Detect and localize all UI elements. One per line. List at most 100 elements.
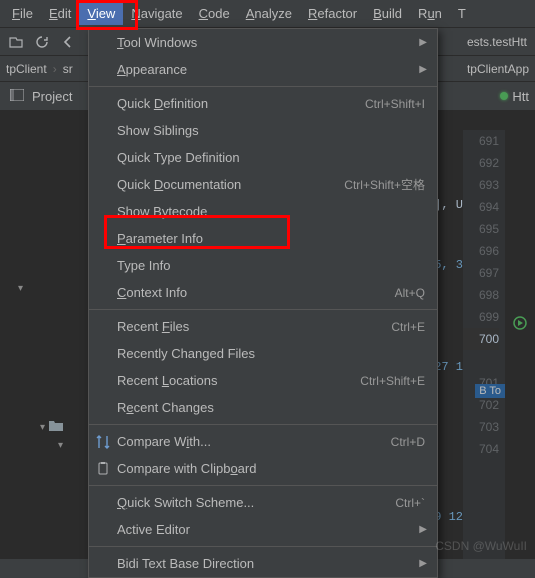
project-label[interactable]: Project [32, 89, 72, 104]
menu-item-label: Type Info [117, 258, 170, 273]
menu-item-type-info[interactable]: Type Info [89, 252, 437, 279]
chevron-down-icon[interactable]: ▾ [18, 283, 23, 294]
menubar-item-view[interactable]: View [79, 2, 123, 25]
watermark: CSDN @WuWuII [435, 539, 527, 553]
tree-row[interactable]: ▾ [0, 437, 90, 454]
menu-item-label: Recent Locations [117, 373, 217, 388]
gutter-line[interactable]: 697 [463, 262, 499, 284]
gutter-line[interactable]: 693 [463, 174, 499, 196]
menu-item-label: Tool Windows [117, 35, 197, 50]
menubar-item-build[interactable]: Build [365, 2, 410, 25]
menu-item-quick-documentation[interactable]: Quick Documentation Ctrl+Shift+空格 [89, 171, 437, 198]
breadcrumb-item[interactable]: tpClient [6, 62, 47, 76]
menubar-item-run[interactable]: Run [410, 2, 450, 25]
gutter-line[interactable]: 696 [463, 240, 499, 262]
tree-row[interactable]: ▾ [0, 280, 90, 297]
gutter-line[interactable] [463, 350, 499, 372]
run-status-icon [500, 92, 508, 100]
menu-separator [89, 485, 437, 486]
menu-shortcut: Ctrl+Shift+空格 [344, 176, 425, 193]
menu-item-compare-with-clipboard[interactable]: Compare with Clipboard [89, 455, 437, 482]
menu-item-show-bytecode[interactable]: Show Bytecode [89, 198, 437, 225]
compare-icon [95, 434, 111, 450]
menu-item-quick-switch-scheme[interactable]: Quick Switch Scheme...Ctrl+` [89, 489, 437, 516]
menu-item-label: Compare with Clipboard [117, 461, 256, 476]
menubar-item-navigate[interactable]: Navigate [123, 2, 190, 25]
gutter-line[interactable]: 700 [463, 328, 499, 350]
menu-item-appearance[interactable]: Appearance ▶ [89, 56, 437, 83]
menu-separator [89, 546, 437, 547]
gutter-line[interactable]: 703 [463, 416, 499, 438]
menu-item-quick-definition[interactable]: Quick DefinitionCtrl+Shift+I [89, 90, 437, 117]
menu-item-label: Compare With... [117, 434, 211, 449]
run-gutter-icon[interactable] [513, 316, 529, 332]
menu-item-label: Recently Changed Files [117, 346, 255, 361]
tree-row[interactable]: ▾ [0, 417, 90, 437]
back-icon[interactable] [60, 34, 76, 50]
menu-item-recent-locations[interactable]: Recent Locations Ctrl+Shift+E [89, 367, 437, 394]
project-icon[interactable] [10, 89, 24, 104]
refresh-icon[interactable] [34, 34, 50, 50]
menu-item-context-info[interactable]: Context Info Alt+Q [89, 279, 437, 306]
menu-item-bidi-text-base-direction[interactable]: Bidi Text Base Direction ▶ [89, 550, 437, 577]
code-fragment: 9 12 [434, 510, 463, 524]
code-fragment: 5, 3 [434, 258, 463, 272]
menu-shortcut: Ctrl+Shift+I [365, 97, 425, 111]
menu-item-label: Quick Switch Scheme... [117, 495, 254, 510]
menu-separator [89, 424, 437, 425]
menu-shortcut: Ctrl+D [391, 435, 425, 449]
clipboard-icon [95, 461, 111, 477]
chevron-down-icon[interactable]: ▾ [58, 440, 63, 451]
menubar: FileEditViewNavigateCodeAnalyzeRefactorB… [0, 0, 535, 28]
gutter-line[interactable]: 695 [463, 218, 499, 240]
editor-tab[interactable]: Htt [494, 82, 535, 110]
menu-shortcut: Ctrl+Shift+E [360, 374, 425, 388]
menu-item-label: Show Bytecode [117, 204, 207, 219]
folder-icon [49, 420, 63, 434]
breadcrumb-right: tpClientApp [467, 62, 529, 76]
gutter-line[interactable]: 704 [463, 438, 499, 460]
menubar-item-file[interactable]: File [4, 2, 41, 25]
menubar-item-t[interactable]: T [450, 2, 474, 25]
menu-item-compare-with[interactable]: Compare With... Ctrl+D [89, 428, 437, 455]
chevron-right-icon: ▶ [419, 558, 427, 569]
menu-item-label: Quick Type Definition [117, 150, 240, 165]
menu-shortcut: Ctrl+E [391, 320, 425, 334]
menu-item-label: Recent Files [117, 319, 189, 334]
menu-item-recent-changes[interactable]: Recent Changes [89, 394, 437, 421]
menu-item-label: Recent Changes [117, 400, 214, 415]
menu-item-show-siblings[interactable]: Show Siblings [89, 117, 437, 144]
menu-shortcut: Alt+Q [395, 286, 425, 300]
gutter-line[interactable]: 698 [463, 284, 499, 306]
gutter-line[interactable]: 699 [463, 306, 499, 328]
breadcrumb-item[interactable]: sr [63, 62, 73, 76]
chevron-right-icon: ▶ [419, 64, 427, 75]
menu-item-tool-windows[interactable]: Tool Windows▶ [89, 29, 437, 56]
open-icon[interactable] [8, 34, 24, 50]
menu-item-active-editor[interactable]: Active Editor▶ [89, 516, 437, 543]
menu-item-quick-type-definition[interactable]: Quick Type Definition [89, 144, 437, 171]
menu-item-label: Quick Documentation [117, 177, 241, 192]
gutter-line[interactable]: 691 [463, 130, 499, 152]
menu-item-parameter-info[interactable]: Parameter Info [89, 225, 437, 252]
menubar-item-analyze[interactable]: Analyze [238, 2, 300, 25]
view-menu-dropdown: Tool Windows▶Appearance▶Quick Definition… [88, 28, 438, 578]
code-breakpoint-token: B To [475, 384, 505, 398]
menubar-item-edit[interactable]: Edit [41, 2, 79, 25]
menu-item-label: Active Editor [117, 522, 190, 537]
menubar-item-code[interactable]: Code [191, 2, 238, 25]
menu-item-label: Bidi Text Base Direction [117, 556, 254, 571]
chevron-right-icon: › [53, 62, 57, 76]
menu-item-label: Context Info [117, 285, 187, 300]
menu-item-label: Parameter Info [117, 231, 203, 246]
gutter-line[interactable]: 694 [463, 196, 499, 218]
menubar-item-refactor[interactable]: Refactor [300, 2, 365, 25]
menu-item-recently-changed-files[interactable]: Recently Changed Files [89, 340, 437, 367]
menu-separator [89, 86, 437, 87]
menu-item-label: Show Siblings [117, 123, 199, 138]
menu-item-recent-files[interactable]: Recent Files Ctrl+E [89, 313, 437, 340]
gutter-line[interactable]: 692 [463, 152, 499, 174]
chevron-down-icon[interactable]: ▾ [40, 422, 45, 433]
menu-item-label: Appearance [117, 62, 187, 77]
code-fragment: 27 1 [434, 360, 463, 374]
